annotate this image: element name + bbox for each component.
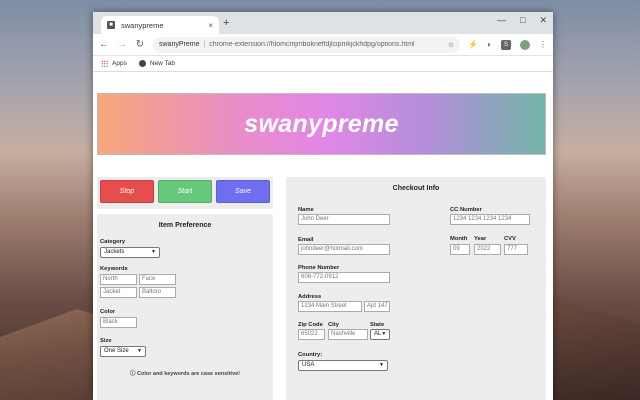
maximize-icon[interactable]: □	[520, 15, 525, 26]
bookmark-star-icon[interactable]: ☆	[448, 41, 454, 49]
checkout-title: Checkout Info	[392, 185, 440, 192]
phone-input[interactable]: 608-772-0912	[298, 272, 390, 283]
chevron-down-icon: ▼	[137, 348, 142, 354]
city-input[interactable]: Nashville	[328, 329, 368, 340]
extension-icons: ⚡ ◐ S ⋮	[468, 39, 547, 50]
close-window-icon[interactable]: ✕	[539, 15, 547, 26]
cc-number-label: CC Number	[450, 207, 482, 213]
omnibox-separator: |	[203, 41, 206, 48]
month-label: Month	[450, 236, 468, 242]
window-controls: — □ ✕	[497, 15, 547, 26]
menu-icon[interactable]: ⋮	[539, 40, 547, 49]
state-select[interactable]: AL ▼	[370, 329, 390, 340]
extension-name: swanyPreme	[159, 41, 200, 48]
address-input[interactable]: 1234 Main Street	[298, 301, 362, 312]
category-value: Jackets	[104, 249, 125, 255]
year-label: Year	[474, 236, 487, 242]
year-input[interactable]: 2022	[474, 244, 501, 255]
extension-favicon-icon: ■	[107, 21, 115, 29]
month-input[interactable]: 09	[450, 244, 470, 255]
state-label: State	[370, 322, 385, 328]
new-tab-button[interactable]: +	[223, 17, 229, 29]
country-label: Country:	[298, 352, 323, 358]
cc-number-input[interactable]: 1234 1234 1234 1234	[450, 214, 530, 225]
banner: swanypreme	[97, 93, 546, 155]
keywords-label: Keywords	[100, 266, 128, 272]
address-label: Address	[298, 294, 322, 300]
email-input[interactable]: johndeer@hotmail.com	[298, 244, 390, 255]
reload-icon[interactable]: ↻	[135, 39, 145, 50]
tab-title: swanypreme	[121, 20, 164, 30]
case-sensitive-note: ⓘ Color and keywords are case sensitive!	[129, 371, 241, 377]
zip-label: Zip Code	[298, 322, 323, 328]
banner-title: swanypreme	[244, 109, 399, 138]
bookmark-new-tab[interactable]: New Tab	[138, 60, 175, 67]
bookmark-apps[interactable]: Apps	[101, 60, 127, 67]
browser-toolbar: ← → ↻ swanyPreme | chrome-extension://hl…	[93, 34, 553, 56]
apps-grid-icon	[101, 60, 108, 67]
keyword-input[interactable]: Jacket	[100, 287, 137, 298]
name-label: Name	[298, 207, 314, 213]
browser-window: ■ swanypreme × + — □ ✕ ← → ↻ swanyPreme …	[93, 12, 553, 400]
url-text: chrome-extension://hlomcmjmbokneffdjlcip…	[209, 41, 415, 48]
email-label: Email	[298, 237, 314, 243]
city-label: City	[328, 322, 339, 328]
size-select[interactable]: One Size ▼	[100, 346, 146, 357]
chevron-down-icon: ▼	[151, 249, 156, 255]
keyword-input[interactable]: Face	[139, 274, 176, 285]
extension-globe-icon[interactable]: ◐	[487, 40, 492, 49]
size-label: Size	[100, 338, 112, 344]
country-value: USA	[302, 362, 315, 368]
checkout-info-panel: Checkout Info Name John Deer Email johnd…	[286, 177, 546, 400]
profile-avatar[interactable]	[520, 39, 530, 50]
state-value: AL	[374, 331, 382, 337]
minimize-icon[interactable]: —	[497, 15, 506, 26]
save-button[interactable]: Save	[216, 180, 270, 203]
tab-strip: ■ swanypreme × + — □ ✕	[93, 12, 553, 34]
cvv-input[interactable]: 777	[504, 244, 528, 255]
close-icon[interactable]: ×	[208, 21, 213, 30]
tab-swanypreme[interactable]: ■ swanypreme ×	[101, 16, 219, 34]
phone-label: Phone Number	[298, 265, 340, 271]
name-input[interactable]: John Deer	[298, 214, 390, 225]
bookmarks-bar: Apps New Tab	[93, 56, 553, 72]
size-value: One Size	[104, 348, 129, 354]
bookmark-label: Apps	[112, 60, 127, 67]
options-page: swanypreme Stop Start Save Item Preferen…	[93, 72, 553, 400]
item-preference-title: Item Preference	[158, 222, 212, 229]
action-buttons-panel: Stop Start Save	[97, 177, 273, 209]
color-label: Color	[100, 309, 116, 315]
country-select[interactable]: USA ▼	[298, 360, 388, 371]
forward-icon[interactable]: →	[117, 39, 127, 50]
address-bar[interactable]: swanyPreme | chrome-extension://hlomcmjm…	[153, 36, 461, 53]
back-icon[interactable]: ←	[99, 39, 109, 50]
apt-input[interactable]: Apt 147	[364, 301, 390, 312]
category-select[interactable]: Jackets ▼	[100, 247, 160, 258]
keyword-input[interactable]: North	[100, 274, 137, 285]
chevron-down-icon: ▼	[379, 362, 384, 368]
stop-button[interactable]: Stop	[100, 180, 154, 203]
extension-bolt-icon[interactable]: ⚡	[468, 40, 478, 49]
item-preference-panel: Item Preference Category Jackets ▼ Keywo…	[97, 214, 273, 400]
color-input[interactable]: Black	[100, 317, 137, 328]
extension-s-icon[interactable]: S	[501, 39, 511, 50]
start-button[interactable]: Start	[158, 180, 212, 203]
bookmark-label: New Tab	[149, 60, 175, 67]
cvv-label: CVV	[504, 236, 516, 242]
chevron-down-icon: ▼	[381, 331, 387, 337]
category-label: Category	[100, 239, 126, 245]
zip-input[interactable]: 65022	[298, 329, 325, 340]
keyword-input[interactable]: Baltoro	[139, 287, 176, 298]
globe-icon	[138, 60, 146, 67]
